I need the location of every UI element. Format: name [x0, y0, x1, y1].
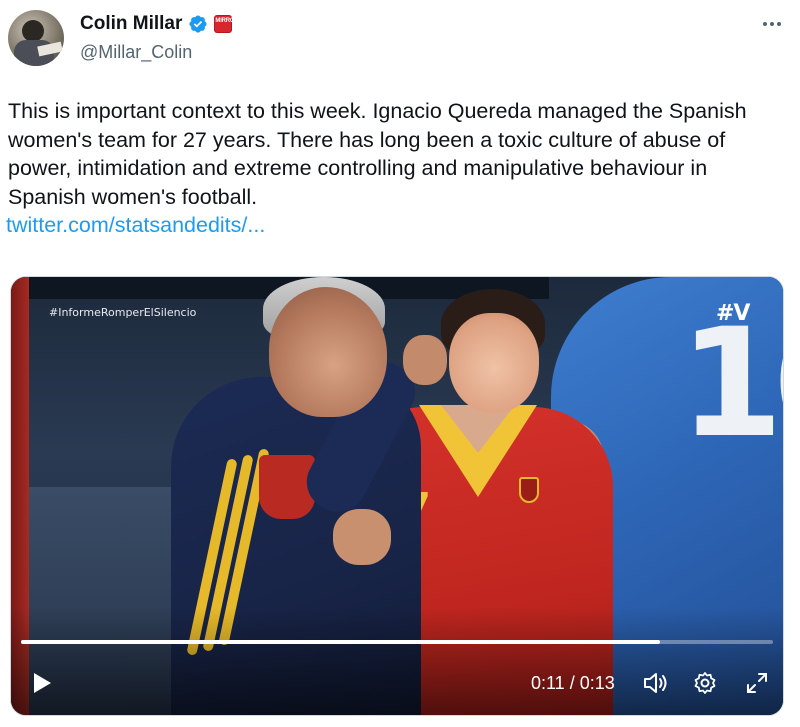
- fullscreen-button[interactable]: [743, 669, 771, 697]
- play-icon: [34, 673, 51, 693]
- video-progress-fill: [21, 640, 661, 644]
- author-name-row: Colin Millar MIRROR: [80, 13, 239, 35]
- verified-badge-icon: [189, 15, 207, 33]
- tweet-text: This is important context to this week. …: [6, 97, 788, 240]
- controls-overlay: [11, 607, 783, 715]
- author-display-name[interactable]: Colin Millar: [80, 13, 182, 35]
- fullscreen-icon: [747, 673, 767, 693]
- settings-gear-icon: [694, 672, 716, 694]
- video-overlay-hashtag: #InformeRomperElSilencio: [49, 306, 197, 319]
- settings-button[interactable]: [691, 669, 719, 697]
- more-options-button[interactable]: [758, 14, 786, 34]
- video-progress-bar[interactable]: [21, 640, 773, 644]
- video-time-display: 0:11 / 0:13: [531, 673, 615, 693]
- affiliation-badge-text: MIRROR: [215, 18, 239, 24]
- author-handle[interactable]: @Millar_Colin: [80, 42, 192, 63]
- channel-logo: #V: [716, 301, 750, 326]
- tweet: Colin Millar MIRROR @Millar_Colin This i…: [0, 0, 800, 727]
- affiliation-badge[interactable]: MIRROR: [214, 15, 239, 33]
- video-player[interactable]: 10 7 #InformeRomperElSilencio #V: [10, 276, 784, 716]
- volume-button[interactable]: [641, 669, 671, 697]
- tweet-body: This is important context to this week. …: [8, 99, 747, 209]
- avatar[interactable]: [8, 10, 64, 66]
- tweet-link[interactable]: twitter.com/statsandedits/...: [6, 211, 788, 240]
- more-options-icon: [763, 22, 767, 26]
- volume-icon: [644, 673, 667, 693]
- play-button[interactable]: [29, 669, 55, 697]
